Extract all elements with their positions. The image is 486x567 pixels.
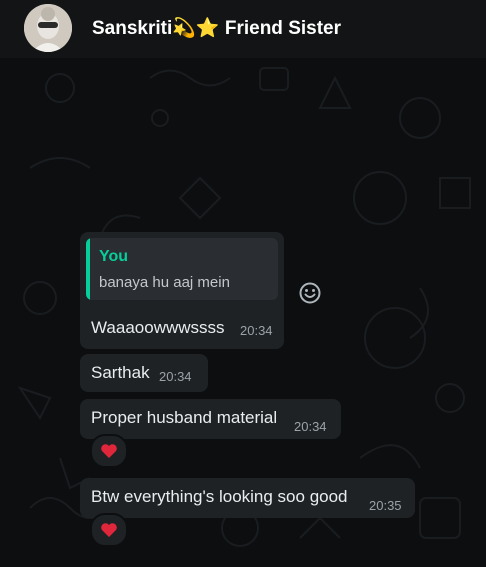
message-bubble[interactable]: Sarthak 20:34 <box>80 354 208 392</box>
smiley-icon <box>299 282 321 304</box>
message-bubble[interactable]: You banaya hu aaj mein Waaaoowwwssss 20:… <box>80 232 284 349</box>
quote-author: You <box>99 248 129 265</box>
reaction-badge[interactable] <box>90 513 128 547</box>
reaction-badge[interactable] <box>90 434 128 468</box>
message-text: Sarthak <box>91 363 150 382</box>
chat-header: Sanskriti💫⭐ Friend Sister <box>0 0 486 58</box>
message-bubble[interactable]: Btw everything's looking soo good 20:35 <box>80 478 415 518</box>
quote-text: banaya hu aaj mein <box>99 274 230 291</box>
heart-icon <box>101 444 117 458</box>
contact-name[interactable]: Sanskriti💫⭐ Friend Sister <box>92 16 341 40</box>
message-time: 20:34 <box>240 323 273 338</box>
chat-background: You banaya hu aaj mein Waaaoowwwssss 20:… <box>0 58 486 567</box>
message-text: Btw everything's looking soo good <box>91 487 348 506</box>
avatar[interactable] <box>24 4 72 52</box>
message-time: 20:34 <box>294 419 327 434</box>
message-time: 20:35 <box>369 498 402 513</box>
message-text: Proper husband material <box>91 408 278 427</box>
profile-photo-icon <box>24 4 72 52</box>
add-reaction-button[interactable] <box>298 281 322 305</box>
quoted-reply[interactable]: You banaya hu aaj mein <box>86 238 278 300</box>
message-time: 20:34 <box>159 369 192 384</box>
message-text: Waaaoowwwssss <box>91 318 225 337</box>
heart-icon <box>101 523 117 537</box>
quote-accent-bar <box>86 238 90 300</box>
message-bubble[interactable]: Proper husband material 20:34 <box>80 399 341 439</box>
